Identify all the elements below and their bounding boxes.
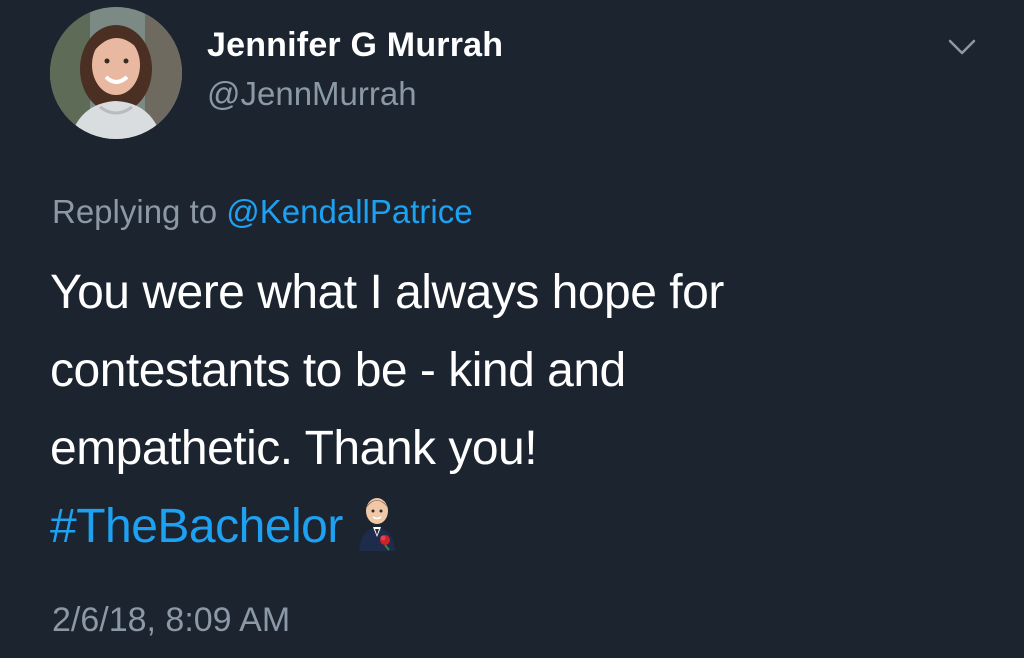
man-with-rose-emoji-icon [355, 495, 399, 552]
hashtag-line: #TheBachelor [50, 488, 950, 566]
reply-context: Replying to @KendallPatrice [52, 193, 473, 231]
user-handle[interactable]: @JennMurrah [207, 75, 417, 113]
reply-mention-link[interactable]: @KendallPatrice [226, 193, 472, 230]
tweet-card: Jennifer G Murrah @JennMurrah Replying t… [0, 0, 1024, 658]
reply-prefix: Replying to [52, 193, 218, 230]
tweet-text-line: You were what I always hope for [50, 266, 724, 319]
timestamp[interactable]: 2/6/18, 8:09 AM [52, 601, 290, 640]
chevron-down-icon[interactable] [946, 35, 978, 59]
avatar-photo [50, 7, 182, 139]
hashtag-link[interactable]: #TheBachelor [50, 500, 343, 553]
tweet-text-line: empathetic. Thank you! [50, 422, 538, 475]
display-name[interactable]: Jennifer G Murrah [207, 26, 503, 65]
tweet-text-line: contestants to be - kind and [50, 344, 626, 397]
tweet-text: You were what I always hope for contesta… [50, 254, 950, 566]
avatar[interactable] [50, 7, 182, 139]
